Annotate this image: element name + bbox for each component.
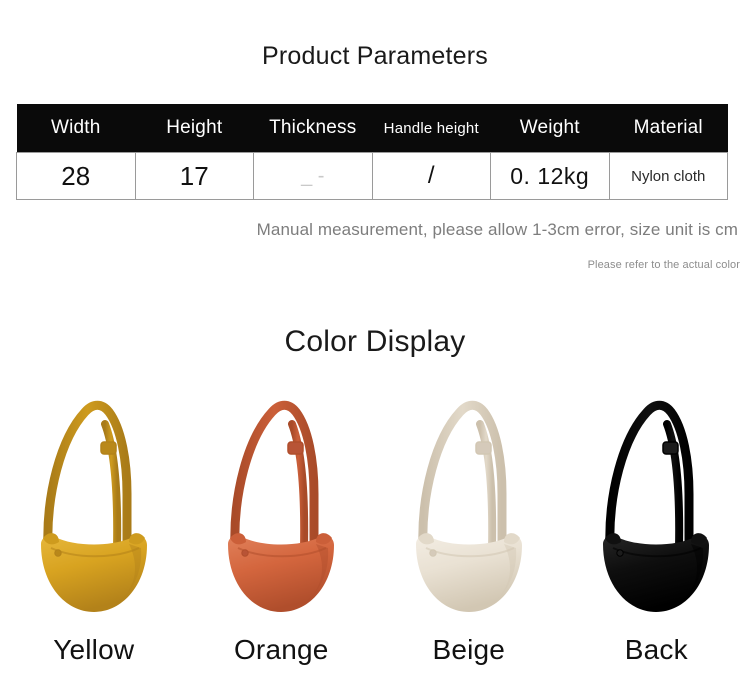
color-option-yellow[interactable]: Yellow [0, 398, 188, 699]
bag-image-orange[interactable] [188, 398, 374, 630]
zipper-pull [54, 549, 62, 557]
column-header-width: Width [50, 117, 101, 138]
color-label: Orange [233, 634, 329, 665]
value-thickness: _ - [253, 152, 373, 200]
bag-image-beige[interactable] [376, 398, 562, 630]
strap-adjuster-buckle [100, 441, 117, 455]
color-label: Back [624, 634, 688, 665]
value-weight: 0. 12kg [490, 152, 610, 200]
color-display-row: Yellow Orange Beige Back [0, 398, 750, 699]
column-header-handle-height: Handle height [383, 119, 479, 137]
measurement-disclaimer: Manual measurement, please allow 1-3cm e… [256, 220, 738, 239]
strap-adjuster-buckle [662, 441, 679, 455]
table-header-row: Width Height Thickness Handle height Wei… [16, 104, 728, 153]
zipper-pull [241, 549, 249, 557]
strap-adjuster-buckle [475, 441, 492, 455]
bag-illustration [603, 400, 710, 612]
bag-illustration [40, 400, 147, 612]
column-header-height: Height [166, 117, 223, 138]
color-option-beige[interactable]: Beige [375, 398, 563, 699]
bag-illustration [228, 400, 335, 612]
bag-illustration [415, 400, 522, 612]
bag-image-yellow[interactable] [1, 398, 187, 630]
page-title: Product Parameters [262, 42, 488, 70]
value-material: Nylon cloth [608, 152, 728, 200]
column-header-thickness: Thickness [269, 117, 357, 138]
color-label: Yellow [53, 634, 135, 665]
color-disclaimer: Please refer to the actual color [587, 259, 740, 271]
column-header-weight: Weight [519, 117, 580, 138]
color-option-orange[interactable]: Orange [188, 398, 376, 699]
value-width: 28 [16, 152, 136, 200]
strap-adjuster-buckle [287, 441, 304, 455]
bag-image-back[interactable] [563, 398, 749, 630]
value-handle-height: / [371, 152, 491, 200]
table-row: 28 17 _ - / 0. 12kg Nylon cloth [16, 152, 728, 200]
product-parameters-table: Width Height Thickness Handle height Wei… [16, 104, 728, 200]
zipper-pull [616, 549, 624, 557]
color-label: Beige [432, 634, 506, 665]
color-option-back[interactable]: Back [563, 398, 750, 699]
value-height: 17 [134, 152, 254, 200]
zipper-pull [429, 549, 437, 557]
column-header-material: Material [633, 117, 703, 138]
color-display-title: Color Display [284, 325, 466, 358]
